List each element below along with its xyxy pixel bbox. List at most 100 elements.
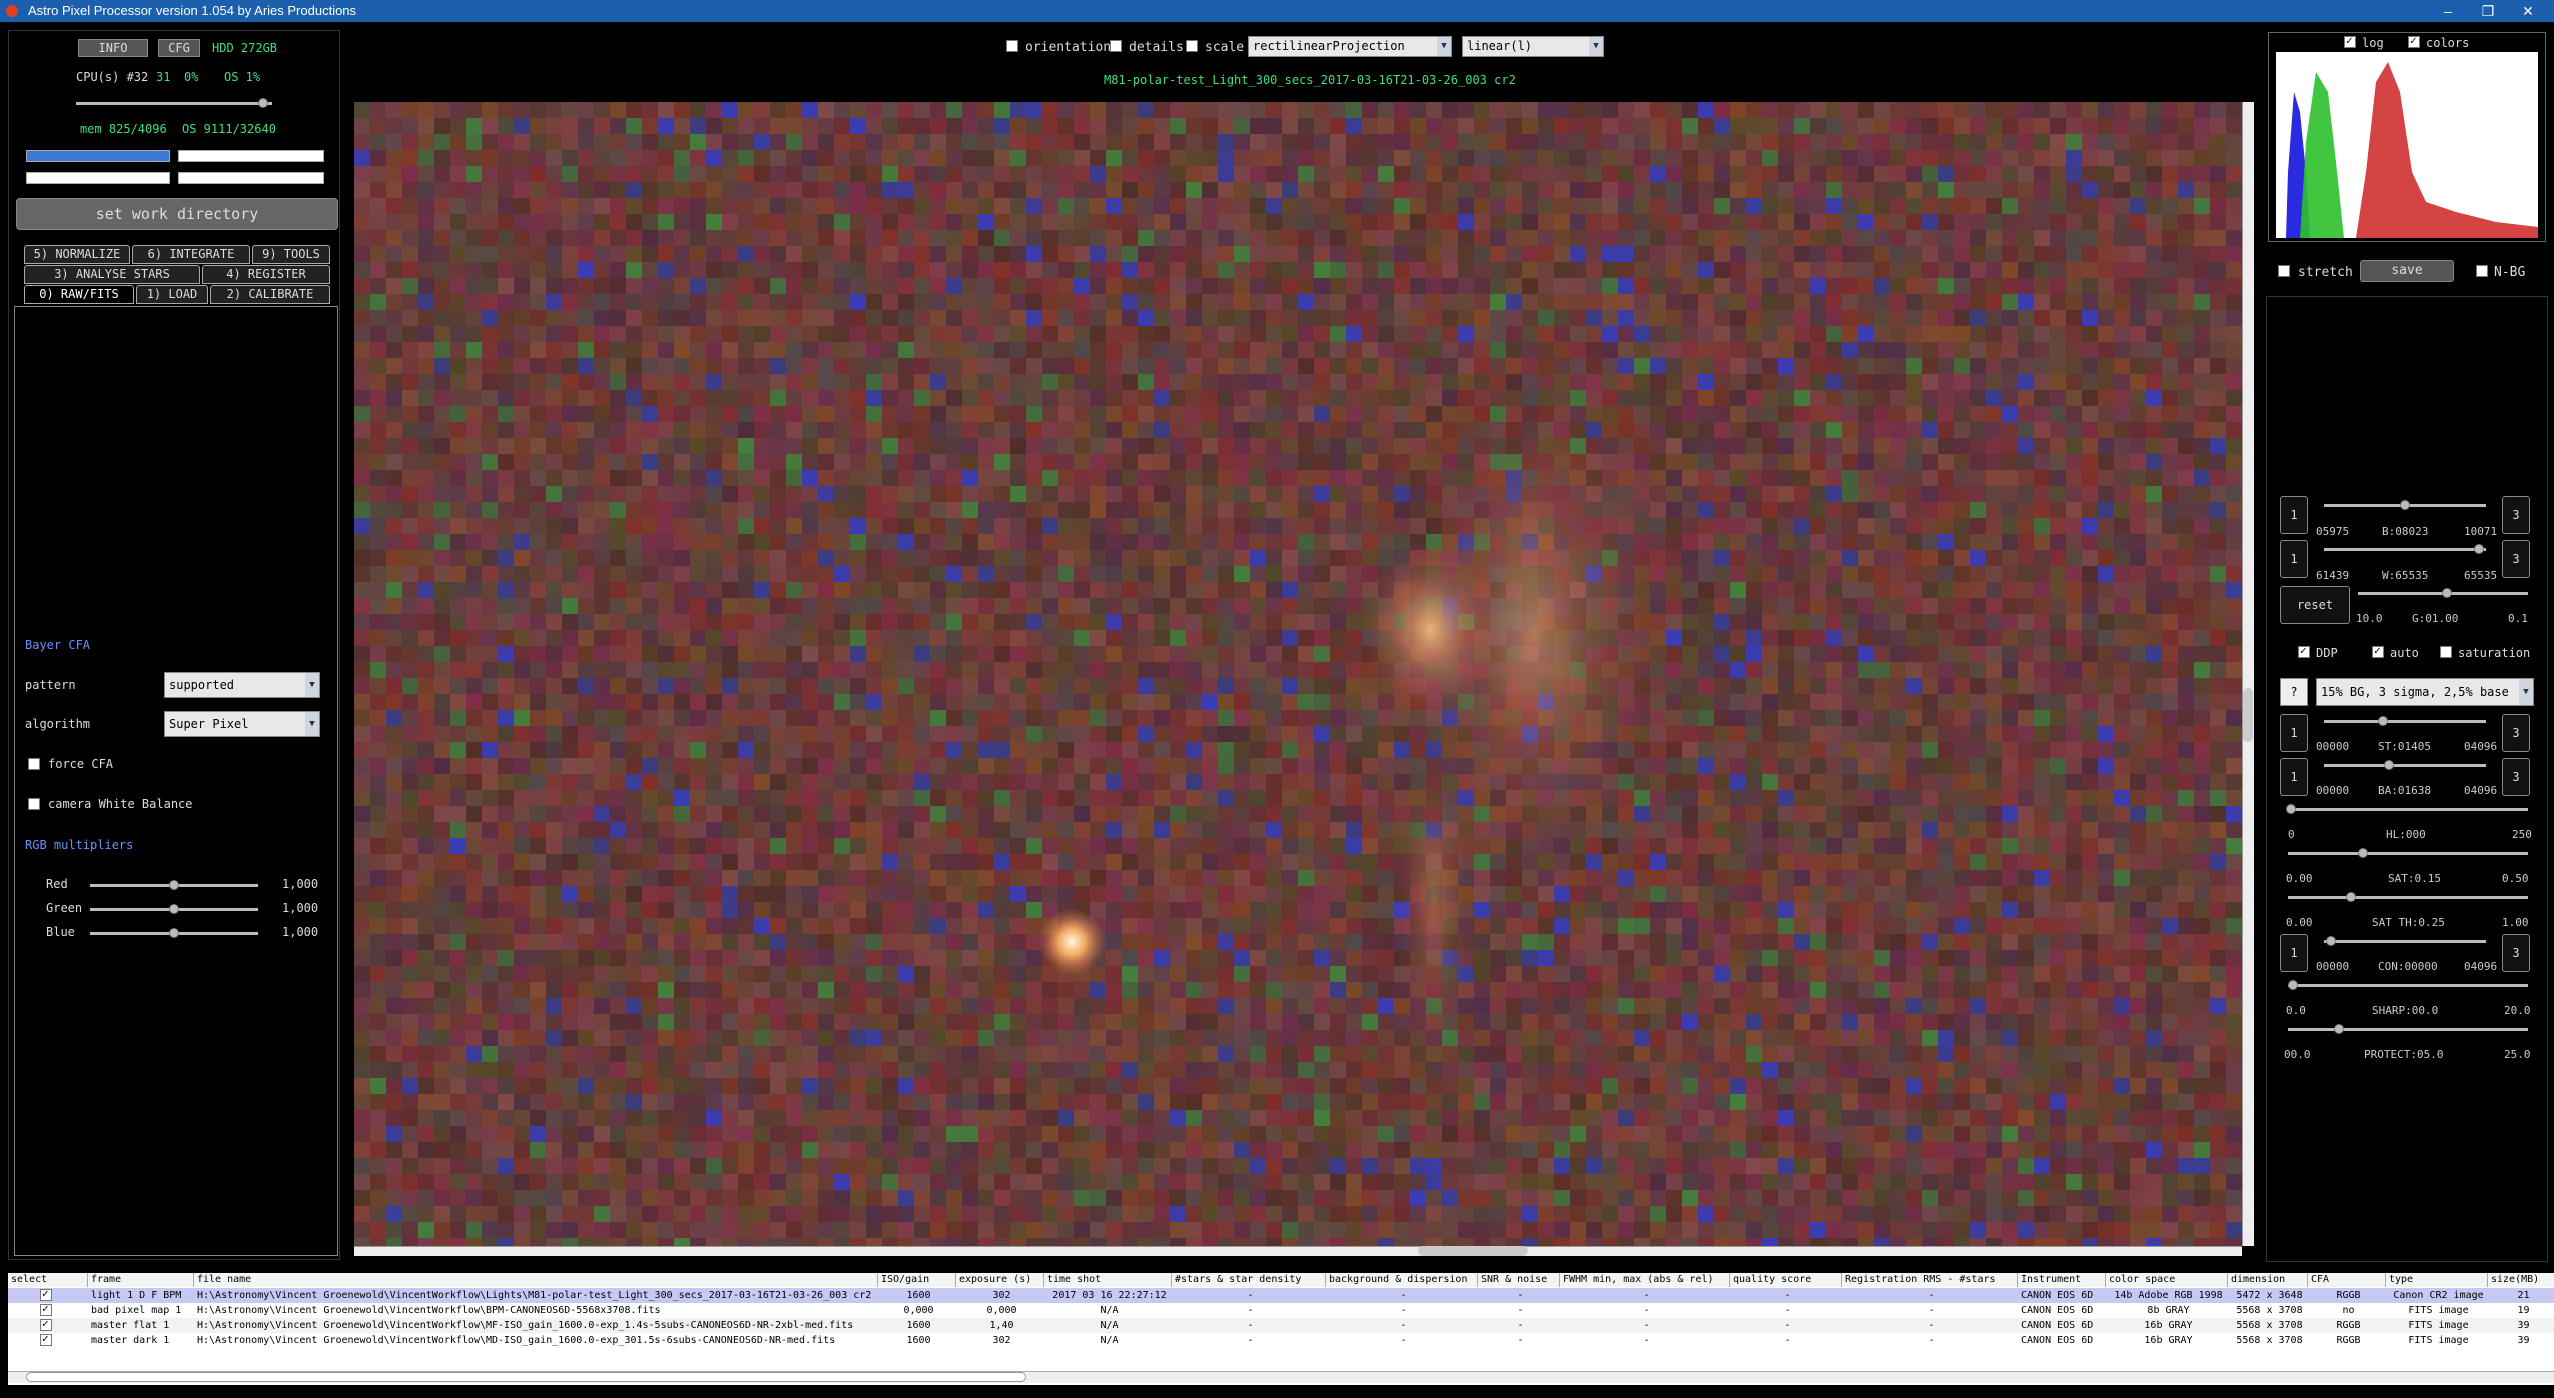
column-header-7[interactable]: background & dispersion bbox=[1326, 1273, 1478, 1287]
camera-white-balance-checkbox[interactable] bbox=[28, 798, 40, 810]
column-header-1[interactable]: frame bbox=[88, 1273, 194, 1287]
horizontal-scrollbar[interactable] bbox=[354, 1246, 2242, 1256]
vertical-scroll-thumb[interactable] bbox=[2243, 688, 2253, 742]
column-header-12[interactable]: Instrument bbox=[2018, 1273, 2106, 1287]
con-slider[interactable] bbox=[2324, 940, 2486, 943]
column-header-2[interactable]: file name bbox=[194, 1273, 878, 1287]
cfg-button[interactable]: CFG bbox=[158, 39, 200, 57]
tab-integrate[interactable]: 6) INTEGRATE bbox=[132, 245, 250, 264]
algorithm-dropdown[interactable]: Super Pixel ▼ bbox=[164, 711, 320, 737]
vertical-scrollbar[interactable] bbox=[2242, 102, 2254, 1246]
column-header-6[interactable]: #stars & star density bbox=[1172, 1273, 1326, 1287]
st-increment-button[interactable]: 3 bbox=[2502, 714, 2530, 752]
protect-slider-knob[interactable] bbox=[2334, 1024, 2344, 1034]
tab-load[interactable]: 1) LOAD bbox=[136, 285, 208, 304]
sat-slider-knob[interactable] bbox=[2358, 848, 2368, 858]
table-row[interactable]: bad pixel map 1 H:\Astronomy\Vincent Groe… bbox=[8, 1302, 2554, 1318]
hl-slider[interactable] bbox=[2288, 808, 2528, 811]
row-select-checkbox[interactable] bbox=[40, 1302, 52, 1316]
column-header-10[interactable]: quality score bbox=[1730, 1273, 1842, 1287]
ba-slider-knob[interactable] bbox=[2384, 760, 2394, 770]
w-increment-button[interactable]: 3 bbox=[2502, 540, 2530, 578]
maximize-button[interactable]: ❐ bbox=[2468, 0, 2508, 22]
cpu-slider-knob[interactable] bbox=[258, 98, 268, 108]
colors-checkbox[interactable] bbox=[2408, 34, 2420, 48]
tab-calibrate[interactable]: 2) CALIBRATE bbox=[210, 285, 330, 304]
column-header-17[interactable]: size(MB) bbox=[2488, 1273, 2554, 1287]
hl-slider-knob[interactable] bbox=[2286, 804, 2296, 814]
w-decrement-button[interactable]: 1 bbox=[2280, 540, 2308, 578]
tab-register[interactable]: 4) REGISTER bbox=[202, 265, 330, 284]
tab-normalize[interactable]: 5) NORMALIZE bbox=[24, 245, 130, 264]
sharp-slider[interactable] bbox=[2288, 984, 2528, 987]
close-button[interactable]: ✕ bbox=[2508, 0, 2548, 22]
column-header-3[interactable]: ISO/gain bbox=[878, 1273, 956, 1287]
projection-dropdown[interactable]: rectilinearProjection ▼ bbox=[1248, 36, 1452, 57]
column-header-14[interactable]: dimension bbox=[2228, 1273, 2308, 1287]
help-button[interactable]: ? bbox=[2280, 678, 2308, 706]
column-header-11[interactable]: Registration RMS - #stars bbox=[1842, 1273, 2018, 1287]
cpu-slider[interactable] bbox=[76, 102, 272, 105]
red-slider-knob[interactable] bbox=[169, 880, 179, 890]
con-decrement-button[interactable]: 1 bbox=[2280, 934, 2308, 972]
table-scroll-thumb[interactable] bbox=[26, 1372, 1026, 1382]
con-slider-knob[interactable] bbox=[2326, 936, 2336, 946]
column-header-4[interactable]: exposure (s) bbox=[956, 1273, 1044, 1287]
info-button[interactable]: INFO bbox=[78, 39, 148, 57]
auto-checkbox[interactable] bbox=[2372, 644, 2384, 658]
table-row[interactable]: master flat 1 H:\Astronomy\Vincent Groene… bbox=[8, 1317, 2554, 1333]
table-row[interactable]: light 1 D F BPM H:\Astronomy\Vincent Groe… bbox=[8, 1287, 2554, 1303]
st-decrement-button[interactable]: 1 bbox=[2280, 714, 2308, 752]
con-increment-button[interactable]: 3 bbox=[2502, 934, 2530, 972]
column-header-8[interactable]: SNR & noise bbox=[1478, 1273, 1560, 1287]
pattern-dropdown[interactable]: supported ▼ bbox=[164, 672, 320, 698]
tab-tools[interactable]: 9) TOOLS bbox=[252, 245, 330, 264]
column-header-13[interactable]: color space bbox=[2106, 1273, 2228, 1287]
sat-threshold-slider-knob[interactable] bbox=[2346, 892, 2356, 902]
green-slider-knob[interactable] bbox=[169, 904, 179, 914]
ddp-checkbox[interactable] bbox=[2298, 644, 2310, 658]
log-checkbox[interactable] bbox=[2344, 34, 2356, 48]
saturation-checkbox[interactable] bbox=[2440, 646, 2452, 658]
table-row[interactable]: master dark 1 H:\Astronomy\Vincent Groene… bbox=[8, 1332, 2554, 1348]
n-bg-checkbox[interactable] bbox=[2476, 265, 2488, 277]
row-select-checkbox[interactable] bbox=[40, 1332, 52, 1346]
details-checkbox[interactable] bbox=[1110, 40, 1122, 52]
orientation-checkbox[interactable] bbox=[1006, 40, 1018, 52]
stretch-function-dropdown[interactable]: linear(l) ▼ bbox=[1462, 36, 1604, 57]
column-header-0[interactable]: select bbox=[8, 1273, 88, 1287]
image-viewer[interactable] bbox=[354, 102, 2242, 1246]
b-increment-button[interactable]: 3 bbox=[2502, 496, 2530, 534]
column-header-5[interactable]: time shot bbox=[1044, 1273, 1172, 1287]
scale-checkbox[interactable] bbox=[1186, 40, 1198, 52]
minimize-button[interactable]: – bbox=[2428, 0, 2468, 22]
column-header-9[interactable]: FWHM min, max (abs & rel) bbox=[1560, 1273, 1730, 1287]
force-cfa-checkbox[interactable] bbox=[28, 758, 40, 770]
sat-slider[interactable] bbox=[2288, 852, 2528, 855]
sharp-slider-knob[interactable] bbox=[2288, 980, 2298, 990]
reset-button[interactable]: reset bbox=[2280, 586, 2350, 624]
w-slider[interactable] bbox=[2324, 548, 2486, 551]
horizontal-scroll-thumb[interactable] bbox=[1418, 1246, 1528, 1256]
ba-decrement-button[interactable]: 1 bbox=[2280, 758, 2308, 796]
protect-slider[interactable] bbox=[2288, 1028, 2528, 1031]
ba-increment-button[interactable]: 3 bbox=[2502, 758, 2530, 796]
column-header-15[interactable]: CFA bbox=[2308, 1273, 2386, 1287]
g-slider-knob[interactable] bbox=[2442, 588, 2452, 598]
row-select-checkbox[interactable] bbox=[40, 1317, 52, 1331]
sat-threshold-slider[interactable] bbox=[2288, 896, 2528, 899]
column-header-16[interactable]: type bbox=[2386, 1273, 2488, 1287]
row-select-checkbox[interactable] bbox=[40, 1287, 52, 1301]
splitter[interactable] bbox=[0, 1262, 2554, 1272]
st-slider-knob[interactable] bbox=[2378, 716, 2388, 726]
st-slider[interactable] bbox=[2324, 720, 2486, 723]
blue-slider-knob[interactable] bbox=[169, 928, 179, 938]
stretch-checkbox[interactable] bbox=[2278, 265, 2290, 277]
w-slider-knob[interactable] bbox=[2474, 544, 2484, 554]
tab-raw-fits[interactable]: 0) RAW/FITS bbox=[24, 285, 134, 304]
save-button[interactable]: save bbox=[2360, 260, 2454, 282]
preset-dropdown[interactable]: 15% BG, 3 sigma, 2,5% base ▼ bbox=[2316, 678, 2534, 706]
tab-analyse-stars[interactable]: 3) ANALYSE STARS bbox=[24, 265, 200, 284]
b-slider-knob[interactable] bbox=[2400, 500, 2410, 510]
ba-slider[interactable] bbox=[2324, 764, 2486, 767]
